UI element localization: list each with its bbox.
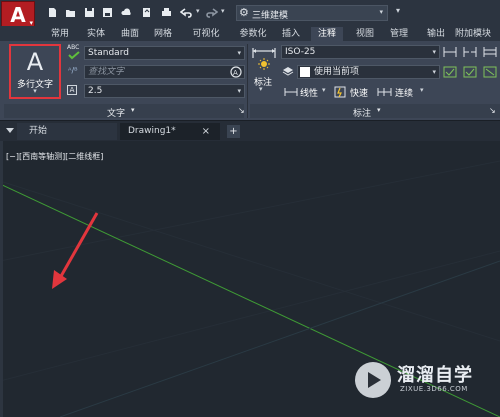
tab-manage[interactable]: 管理: [383, 27, 415, 41]
linear-dimension-icon: [284, 88, 298, 96]
open-folder-icon[interactable]: [65, 7, 76, 18]
viewport-left-edge: [0, 141, 3, 417]
dim-reassociate-icon[interactable]: [463, 66, 477, 78]
application-menu-button[interactable]: A ▾: [1, 1, 35, 29]
check-icon[interactable]: [68, 51, 80, 60]
tab-start[interactable]: 开始: [17, 123, 117, 140]
tab-drawing1[interactable]: Drawing1* ×: [120, 123, 220, 140]
close-icon[interactable]: ×: [202, 123, 210, 140]
undo-dropdown-icon[interactable]: ▾: [196, 7, 200, 15]
svg-text:A: A: [233, 69, 238, 77]
continue-dimension-icon: [377, 88, 392, 96]
tab-mesh[interactable]: 网格: [147, 27, 179, 41]
dim-space-icon[interactable]: [483, 46, 497, 58]
dimension-label: 标注: [254, 78, 273, 88]
chevron-down-icon: ▾: [131, 106, 135, 114]
redo-dropdown-icon[interactable]: ▾: [221, 7, 225, 15]
customize-toolbar-icon[interactable]: ▾: [396, 6, 400, 15]
text-a-icon: A: [26, 48, 44, 76]
file-tabs-menu-icon[interactable]: [6, 128, 14, 133]
quick-dimension-button[interactable]: 快速: [350, 86, 368, 99]
dim-break-icon[interactable]: [463, 46, 477, 58]
workspace-label: 三维建模: [252, 11, 289, 21]
spell-check-label: ABC: [67, 44, 80, 51]
cloud-open-icon[interactable]: [121, 7, 132, 18]
layer-color-swatch: [300, 67, 310, 77]
dimension-icon[interactable]: [251, 46, 277, 74]
linear-dimension-button[interactable]: 线性: [300, 86, 318, 99]
dimension-panel-title: 标注: [353, 109, 372, 119]
find-text-input[interactable]: 查找文字: [84, 65, 245, 79]
tab-drawing1-label: Drawing1*: [128, 126, 176, 136]
chevron-down-icon: ▾: [432, 68, 436, 76]
chevron-down-icon: ▾: [237, 49, 241, 57]
find-text-placeholder: 查找文字: [88, 67, 125, 77]
annotation-arrow: [58, 212, 99, 279]
tab-home[interactable]: 常用: [44, 27, 76, 41]
chevron-down-icon: ▾: [432, 48, 436, 56]
text-height-value: 2.5: [88, 86, 103, 96]
chevron-down-icon: ▾: [259, 85, 263, 93]
save-as-icon[interactable]: [102, 7, 113, 18]
app-logo: A: [10, 3, 26, 27]
tab-parametric[interactable]: 参数化: [233, 27, 273, 41]
quick-dimension-icon: [334, 86, 346, 98]
file-tab-bar: 开始 Drawing1* × +: [0, 121, 500, 141]
dim-update-icon[interactable]: [443, 46, 457, 58]
watermark-logo-icon: [355, 362, 391, 398]
text-style-select[interactable]: Standard ▾: [84, 46, 245, 60]
annotation-arrowhead: [52, 270, 67, 289]
undo-icon[interactable]: [180, 7, 193, 18]
text-height-icon: A: [67, 85, 77, 95]
find-text-icon: ᴬ/ᴮ: [68, 66, 78, 75]
chevron-down-icon: ▾: [237, 87, 241, 95]
dim-inspect-icon[interactable]: [443, 66, 457, 78]
quick-access-toolbar: A ▾ ▾ ▾ ⚙ 三维建模 ▾ ▾: [0, 0, 500, 29]
chevron-down-icon: ▾: [322, 86, 326, 94]
mtext-button[interactable]: A 多行文字 ▾: [9, 44, 61, 99]
tab-addins[interactable]: 附加模块: [455, 27, 500, 41]
dialog-launcher-icon[interactable]: ↘: [238, 106, 245, 118]
dim-style-value: ISO-25: [285, 47, 316, 57]
chevron-down-icon: ▾: [379, 8, 383, 16]
publish-icon[interactable]: [141, 7, 152, 18]
viewport-controls-label[interactable]: [−][西南等轴测][二维线框]: [6, 151, 103, 162]
dimension-panel-titlebar[interactable]: [250, 104, 500, 118]
redo-icon[interactable]: [205, 7, 218, 18]
chevron-down-icon: ▾: [420, 86, 424, 94]
text-style-value: Standard: [88, 48, 129, 58]
workspace-select[interactable]: ⚙ 三维建模 ▾: [236, 5, 388, 21]
watermark-text: 溜溜自学: [397, 365, 473, 386]
dialog-launcher-icon[interactable]: ↘: [489, 106, 496, 118]
tab-visualize[interactable]: 可视化: [186, 27, 226, 41]
watermark-url: ZIXUE.3D66.COM: [400, 385, 468, 393]
continue-dimension-button[interactable]: 连续: [395, 86, 413, 99]
dim-layer-select[interactable]: 使用当前项 ▾: [297, 65, 440, 79]
tab-output[interactable]: 输出: [420, 27, 452, 41]
tab-view[interactable]: 视图: [349, 27, 381, 41]
tab-annotate[interactable]: 注释: [311, 27, 343, 41]
x-axis-line: [59, 260, 500, 417]
chevron-down-icon: ▾: [33, 87, 37, 95]
dim-style-select[interactable]: ISO-25 ▾: [281, 45, 440, 59]
tab-surface[interactable]: 曲面: [114, 27, 146, 41]
new-tab-button[interactable]: +: [227, 125, 240, 138]
tab-start-label: 开始: [29, 126, 48, 136]
tab-solid[interactable]: 实体: [80, 27, 112, 41]
new-file-icon[interactable]: [47, 7, 58, 18]
dim-layer-value: 使用当前项: [314, 67, 360, 77]
ribbon-tab-bar: 常用 实体 曲面 网格 可视化 参数化 插入 注释 视图 管理 输出 附加模块: [0, 26, 500, 41]
chevron-down-icon: ▾: [377, 106, 381, 114]
panel-divider: [247, 44, 248, 118]
text-panel-title: 文字: [107, 109, 126, 119]
grid-lines: [0, 160, 500, 382]
text-height-select[interactable]: 2.5 ▾: [84, 84, 245, 98]
gear-icon: ⚙: [239, 6, 249, 19]
dim-override-icon[interactable]: [483, 66, 497, 78]
tab-insert[interactable]: 插入: [275, 27, 307, 41]
layer-stack-icon: [282, 67, 294, 76]
print-icon[interactable]: [161, 7, 172, 18]
find-search-icon[interactable]: A: [230, 66, 243, 78]
save-icon[interactable]: [84, 7, 95, 18]
